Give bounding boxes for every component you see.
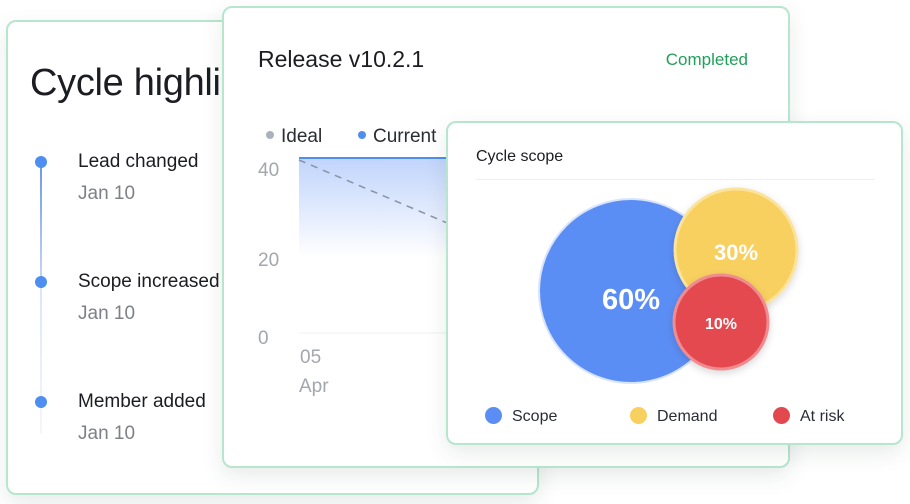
- cycle-scope-card: Cycle scope 60% 30% 10% Scope Demand At …: [446, 121, 903, 445]
- timeline-dot: [35, 276, 47, 288]
- y-tick-label: 40: [258, 160, 280, 181]
- legend-ideal: Ideal: [266, 126, 322, 148]
- legend-demand: Demand: [630, 407, 718, 426]
- timeline-item-title: Member added: [78, 391, 206, 412]
- at-risk-value-label: 10%: [705, 316, 737, 333]
- legend-scope-label: Scope: [512, 408, 558, 425]
- legend-scope: Scope: [485, 407, 558, 426]
- scope-bubble-chart: 60% 30% 10%: [538, 187, 799, 384]
- legend-current-label: Current: [373, 126, 437, 147]
- legend-ideal-dot: [266, 130, 274, 139]
- legend-current-dot: [358, 130, 366, 139]
- status-badge: Completed: [665, 50, 748, 69]
- legend-demand-label: Demand: [657, 408, 718, 425]
- y-tick-label: 0: [258, 328, 269, 349]
- legend-current: Current: [358, 126, 436, 148]
- timeline-line-faded: [40, 286, 42, 434]
- legend-demand-dot: [630, 407, 647, 425]
- timeline-dot: [35, 156, 47, 168]
- legend-at-risk-dot: [773, 407, 790, 425]
- x-tick-month: Apr: [299, 376, 329, 397]
- legend-scope-dot: [485, 407, 502, 425]
- legend-at-risk: At risk: [773, 407, 845, 426]
- timeline-item-title: Scope increased: [78, 271, 220, 292]
- current-area: [299, 158, 459, 258]
- legend-ideal-label: Ideal: [281, 126, 323, 147]
- x-tick-day: 05: [300, 347, 322, 368]
- demand-value-label: 30%: [714, 240, 758, 265]
- timeline-item-date: Jan 10: [78, 423, 136, 444]
- y-tick-label: 20: [258, 250, 280, 271]
- timeline-line: [40, 162, 42, 282]
- timeline-item-date: Jan 10: [78, 183, 136, 204]
- scope-value-label: 60%: [602, 284, 660, 316]
- legend-at-risk-label: At risk: [800, 408, 845, 425]
- timeline-item-title: Lead changed: [78, 151, 199, 172]
- release-title: Release v10.2.1: [258, 46, 425, 72]
- timeline-dot: [35, 396, 47, 408]
- timeline-item-date: Jan 10: [78, 303, 136, 324]
